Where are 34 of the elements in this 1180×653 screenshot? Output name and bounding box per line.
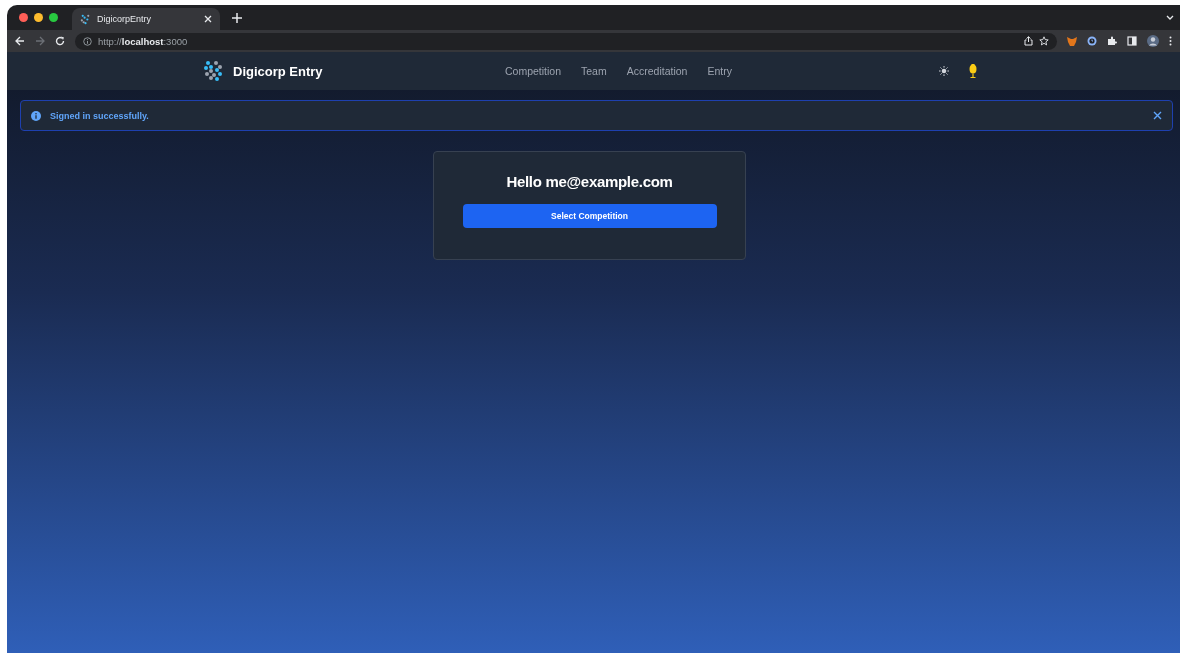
greeting-heading: Hello me@example.com (506, 173, 673, 190)
minimize-window-icon[interactable] (34, 13, 43, 22)
nav-link[interactable]: Competition (505, 65, 562, 77)
close-icon[interactable] (1153, 111, 1162, 120)
url-text: http://localhost:3000 (98, 35, 188, 47)
logo-icon (203, 60, 225, 82)
close-window-icon[interactable] (19, 13, 28, 22)
alert-message: Signed in successfully. (50, 110, 150, 121)
browser-tab[interactable]: DigicorpEntry (72, 8, 220, 30)
sidebar-icon[interactable] (1127, 36, 1137, 46)
avatar-icon[interactable] (1147, 35, 1159, 47)
select-competition-button[interactable]: Select Competition (462, 204, 717, 228)
tab-title: DigicorpEntry (97, 14, 153, 24)
info-icon (83, 36, 92, 46)
more-icon[interactable] (1169, 36, 1172, 46)
share-icon[interactable] (1024, 36, 1033, 46)
clock-icon[interactable] (1087, 36, 1097, 46)
logo-icon (80, 13, 91, 25)
nav-link[interactable]: Entry (707, 65, 732, 77)
maximize-window-icon[interactable] (49, 13, 58, 22)
lightbulb-icon[interactable] (969, 63, 977, 79)
star-icon[interactable] (1039, 36, 1049, 46)
chevron-down-icon[interactable] (1166, 14, 1174, 21)
address-bar[interactable]: http://localhost:3000 (75, 32, 1057, 50)
new-tab-icon[interactable] (232, 12, 242, 23)
brand-name: Digicorp Entry (233, 63, 323, 79)
forward-icon[interactable] (35, 36, 45, 46)
nav-link[interactable]: Team (581, 65, 607, 77)
reload-icon[interactable] (55, 36, 65, 46)
back-icon[interactable] (15, 36, 25, 46)
puzzle-icon[interactable] (1107, 36, 1117, 46)
info-icon (31, 110, 41, 121)
sun-icon[interactable] (939, 66, 949, 76)
nav-link[interactable]: Accreditation (626, 65, 688, 77)
